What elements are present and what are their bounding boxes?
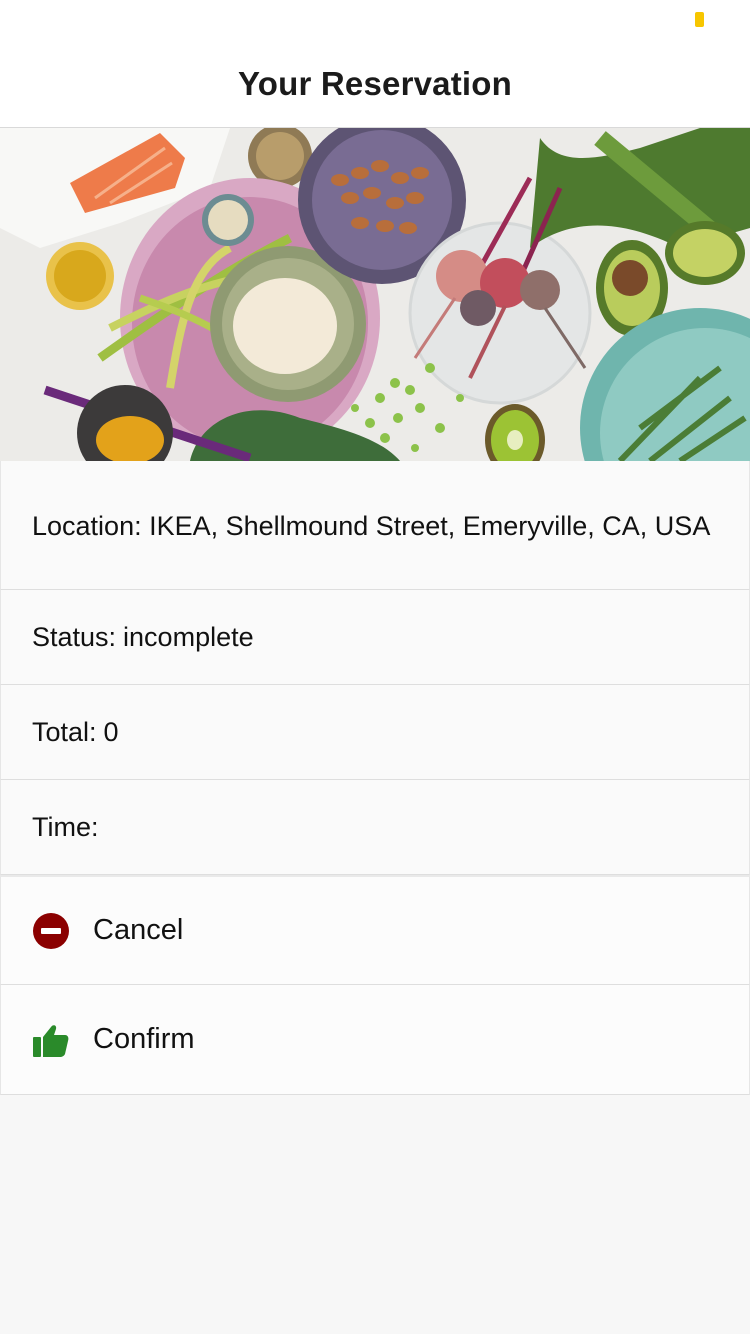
status-bar <box>0 0 750 40</box>
total-value: 0 <box>103 716 119 747</box>
cancel-label: Cancel <box>93 914 184 946</box>
hero-image <box>0 128 750 461</box>
minus-circle-icon <box>32 912 70 950</box>
navigation-bar: Your Reservation <box>0 40 750 128</box>
page-title: Your Reservation <box>238 64 512 102</box>
status-label: Status: <box>32 621 117 652</box>
confirm-label: Confirm <box>93 1023 195 1055</box>
food-ingredients-illustration <box>0 128 750 461</box>
confirm-button[interactable]: Confirm <box>0 985 750 1095</box>
reservation-details-list: Location: IKEA, Shellmound Street, Emery… <box>0 461 750 1095</box>
status-value: incomplete <box>123 621 254 652</box>
total-row: Total: 0 <box>0 685 750 780</box>
time-row: Time: <box>0 780 750 875</box>
thumbs-up-icon <box>32 1021 70 1059</box>
location-text: Location: IKEA, Shellmound Street, Emery… <box>32 509 710 543</box>
cancel-button[interactable]: Cancel <box>0 875 750 985</box>
status-row: Status: incomplete <box>0 590 750 685</box>
location-row: Location: IKEA, Shellmound Street, Emery… <box>0 461 750 590</box>
time-label: Time: <box>32 811 99 842</box>
location-label: Location: <box>32 511 142 541</box>
total-label: Total: <box>32 716 97 747</box>
location-value: IKEA, Shellmound Street, Emeryville, CA,… <box>149 511 711 541</box>
battery-indicator-icon <box>695 12 704 27</box>
